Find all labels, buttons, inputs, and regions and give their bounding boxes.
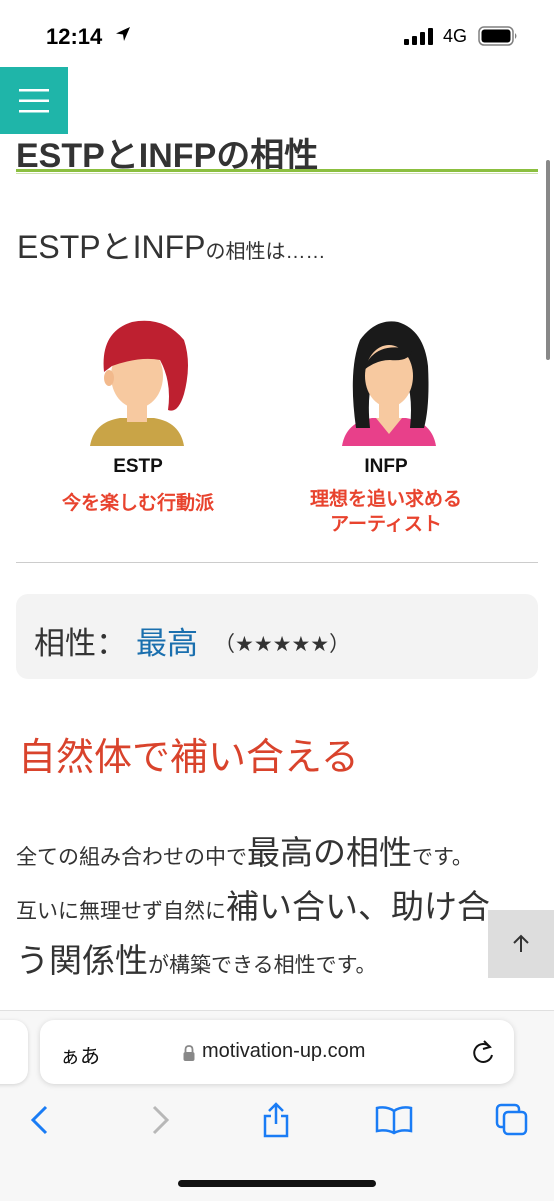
body-l2a: 互いに無理せず自然に [16, 900, 226, 923]
compatibility-label: 相性： [34, 626, 127, 661]
title-underline [16, 169, 538, 172]
body-l3b: が構築できる相性です。 [148, 954, 377, 977]
scroll-indicator [546, 160, 550, 360]
tabs-icon [495, 1103, 528, 1136]
intro-suffix: の相性は…… [205, 241, 326, 263]
book-icon [375, 1106, 413, 1135]
status-time: 12:14 [46, 24, 103, 49]
section-divider [16, 562, 538, 563]
menu-button[interactable] [0, 67, 68, 134]
reload-icon[interactable] [470, 1038, 496, 1066]
compatibility-stars: （★★★★★） [214, 632, 351, 656]
status-bar: 12:14 4G [0, 0, 554, 70]
back-button[interactable] [22, 1102, 58, 1138]
body-paragraph: 全ての組み合わせの中で最高の相性です。 互いに無理せず自然に補い合い、助け合 う… [16, 826, 536, 988]
text-size-button[interactable]: ぁあ [60, 1040, 100, 1069]
compatibility-value: 最高 [136, 626, 198, 661]
infp-description: 理想を追い求める アーティスト [290, 487, 482, 537]
intro-main: ESTPとINFP [17, 229, 206, 265]
hamburger-icon [19, 88, 49, 112]
lock-icon [183, 1045, 195, 1061]
estp-avatar [90, 320, 188, 446]
body-l1c: です。 [412, 846, 473, 869]
title-underline-light [16, 173, 538, 174]
tabs-button[interactable] [494, 1102, 530, 1138]
infp-description-line1: 理想を追い求める [309, 489, 462, 510]
forward-button[interactable] [142, 1102, 178, 1138]
back-to-top-button[interactable] [488, 910, 554, 978]
chevron-left-icon [30, 1105, 48, 1135]
estp-label: ESTP [113, 456, 163, 477]
network-type: 4G [443, 26, 468, 46]
body-l1b: 最高の相性 [247, 834, 412, 871]
infp-avatar [342, 321, 436, 446]
body-l3a: う関係性 [16, 942, 148, 979]
bookmarks-button[interactable] [374, 1102, 414, 1138]
share-button[interactable] [258, 1102, 294, 1138]
location-arrow-icon [116, 27, 130, 41]
arrow-up-icon [513, 934, 529, 952]
infp-description-line2: アーティスト [330, 514, 442, 535]
previous-tab-card[interactable] [0, 1020, 28, 1084]
estp-description: 今を楽しむ行動派 [61, 493, 214, 514]
url-text[interactable]: motivation-up.com [202, 1040, 365, 1063]
body-l2b: 補い合い、助け合 [226, 888, 490, 925]
battery-icon [478, 26, 517, 46]
chevron-right-icon [152, 1105, 170, 1135]
share-icon [263, 1102, 289, 1138]
home-indicator [178, 1180, 376, 1187]
cellular-signal-icon [404, 28, 433, 45]
intro-text: ESTPとINFPの相性は…… [17, 222, 325, 268]
infp-label: INFP [364, 456, 408, 477]
body-l1a: 全ての組み合わせの中で [16, 846, 247, 869]
section-heading: 自然体で補い合える [18, 737, 359, 779]
